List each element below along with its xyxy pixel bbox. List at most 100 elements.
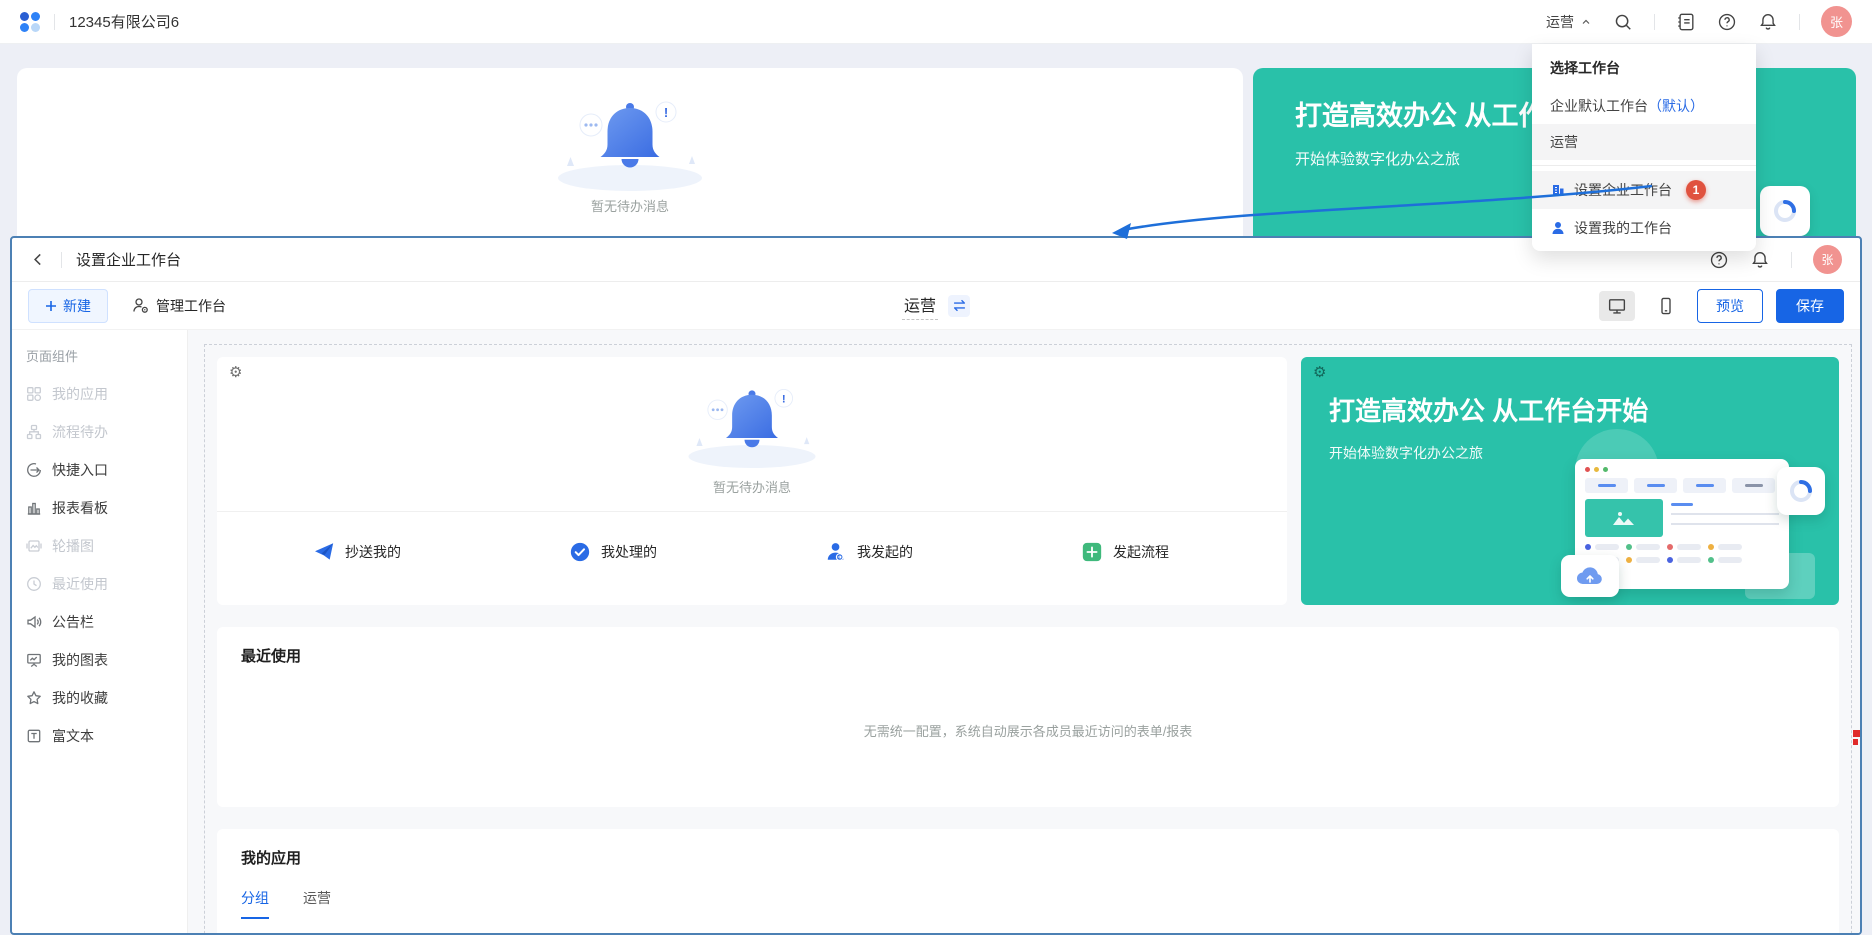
bar-chart-icon (26, 500, 42, 516)
my-workspace-icon (1550, 220, 1566, 236)
quick-action-handled-by-me[interactable]: 我处理的 (569, 541, 657, 563)
spinner-icon (1788, 478, 1814, 504)
sidebar-item-report-board[interactable]: 报表看板 (12, 489, 187, 527)
sidebar-item-label: 我的应用 (52, 384, 108, 404)
setup-enterprise-label: 设置企业工作台 (1574, 180, 1672, 200)
todo-component-card[interactable]: ⚙ ! (217, 357, 1287, 605)
dropdown-item-default-workspace[interactable]: 企业默认工作台（默认） (1532, 88, 1756, 124)
contacts-icon[interactable] (1676, 12, 1696, 32)
dropdown-action-setup-enterprise-workspace[interactable]: 设置企业工作台 1 (1532, 171, 1756, 209)
sidebar-item-my-apps: 我的应用 (12, 375, 187, 413)
bell-icon[interactable] (1758, 12, 1778, 32)
recently-used-component-card[interactable]: 最近使用 无需统一配置，系统自动展示各成员最近访问的表单/报表 (217, 627, 1839, 807)
flow-icon (26, 424, 42, 440)
canvas-drop-area: ⚙ ! (204, 344, 1852, 933)
help-icon[interactable] (1709, 250, 1729, 270)
back-icon[interactable] (30, 251, 47, 268)
svg-text:!: ! (782, 394, 786, 406)
quick-action-label: 我发起的 (857, 542, 913, 562)
component-settings-icon[interactable]: ⚙ (1313, 365, 1326, 380)
sidebar-item-announcement[interactable]: 公告栏 (12, 603, 187, 641)
banner-subtitle: 开始体验数字化办公之旅 (1329, 443, 1483, 463)
monitor-icon (1607, 297, 1627, 315)
quick-action-started-by-me[interactable]: 我发起的 (825, 541, 913, 563)
help-icon[interactable] (1717, 12, 1737, 32)
empty-bell-illustration: ! (545, 86, 715, 194)
user-avatar[interactable]: 张 (1821, 6, 1852, 37)
sidebar-item-my-charts[interactable]: 我的图表 (12, 641, 187, 679)
banner-component-card[interactable]: ⚙ 打造高效办公 从工作台开始 开始体验数字化办公之旅 (1301, 357, 1839, 605)
top-bar: 12345有限公司6 运营 张 (0, 0, 1872, 44)
workspace-switcher-label: 运营 (1546, 12, 1574, 32)
save-button[interactable]: 保存 (1776, 289, 1844, 323)
quick-action-label: 抄送我的 (345, 542, 401, 562)
workspace-label: 运营 (1550, 132, 1578, 152)
enter-icon (26, 462, 42, 478)
sidebar-item-label: 富文本 (52, 726, 94, 746)
sidebar-item-label: 公告栏 (52, 612, 94, 632)
clock-icon (26, 576, 42, 592)
sidebar-item-quick-entry[interactable]: 快捷入口 (12, 451, 187, 489)
svg-text:!: ! (664, 105, 668, 120)
enterprise-workspace-icon (1550, 182, 1566, 198)
company-name: 12345有限公司6 (69, 11, 179, 32)
tab-yunying[interactable]: 运营 (303, 888, 331, 919)
manage-workspace-label: 管理工作台 (156, 296, 226, 316)
phone-icon (1658, 296, 1674, 316)
sidebar-item-label: 最近使用 (52, 574, 108, 594)
text-icon (26, 728, 42, 744)
spinner-icon (1772, 198, 1798, 224)
sidebar-title: 页面组件 (12, 340, 187, 375)
quick-action-start-process[interactable]: 发起流程 (1081, 541, 1169, 563)
mobile-view-button[interactable] (1648, 291, 1684, 321)
sidebar-item-rich-text[interactable]: 富文本 (12, 717, 187, 755)
desktop-view-button[interactable] (1599, 291, 1635, 321)
quick-action-cc-to-me[interactable]: 抄送我的 (313, 541, 401, 563)
sidebar-item-carousel: 轮播图 (12, 527, 187, 565)
setup-mine-label: 设置我的工作台 (1574, 218, 1672, 238)
cloud-upload-icon (1575, 565, 1605, 587)
dropdown-title: 选择工作台 (1532, 44, 1756, 88)
carousel-icon (26, 538, 42, 554)
plus-square-icon (1081, 541, 1103, 563)
workspace-switcher[interactable]: 运营 (1546, 12, 1592, 32)
divider (1791, 252, 1792, 268)
modal-title: 设置企业工作台 (76, 249, 181, 270)
workspace-canvas: ⚙ ! (188, 330, 1860, 933)
divider (1654, 14, 1655, 30)
default-workspace-label: 企业默认工作台 (1550, 96, 1648, 116)
user-avatar[interactable]: 张 (1813, 245, 1842, 274)
quick-action-label: 我处理的 (601, 542, 657, 562)
banner-spinner-card (1760, 186, 1810, 236)
banner-illustration (1557, 445, 1825, 605)
setup-enterprise-workspace-modal: 设置企业工作台 张 新建 管理工作台 运营 (10, 236, 1862, 935)
notification-badge: 1 (1686, 180, 1706, 200)
chart-board-icon (26, 652, 42, 668)
my-apps-component-card[interactable]: 我的应用 分组 运营 (217, 829, 1839, 933)
new-button-label: 新建 (63, 296, 91, 316)
current-workspace-name[interactable]: 运营 (902, 292, 938, 320)
sidebar-item-my-favorites[interactable]: 我的收藏 (12, 679, 187, 717)
search-icon[interactable] (1613, 12, 1633, 32)
sidebar-item-label: 快捷入口 (52, 460, 108, 480)
switch-workspace-button[interactable] (948, 295, 970, 317)
sidebar-item-label: 我的收藏 (52, 688, 108, 708)
new-button[interactable]: 新建 (28, 289, 108, 323)
check-circle-icon (569, 541, 591, 563)
preview-button[interactable]: 预览 (1697, 289, 1763, 323)
sidebar-item-label: 流程待办 (52, 422, 108, 442)
dropdown-item-workspace-yunying[interactable]: 运营 (1532, 124, 1756, 160)
tab-group[interactable]: 分组 (241, 888, 269, 919)
component-settings-icon[interactable]: ⚙ (229, 365, 242, 380)
banner-title: 打造高效办公 从工作台开始 (1329, 391, 1648, 428)
speaker-icon (26, 614, 42, 630)
sidebar-item-recently-used: 最近使用 (12, 565, 187, 603)
recent-card-title: 最近使用 (241, 645, 301, 666)
bell-icon[interactable] (1750, 250, 1770, 270)
plus-icon (45, 300, 57, 312)
spinner-card (1777, 467, 1825, 515)
manage-workspace-button[interactable]: 管理工作台 (132, 296, 226, 316)
empty-bell-illustration: ! (677, 375, 827, 471)
dropdown-action-setup-my-workspace[interactable]: 设置我的工作台 (1532, 209, 1756, 247)
sidebar-item-label: 报表看板 (52, 498, 108, 518)
